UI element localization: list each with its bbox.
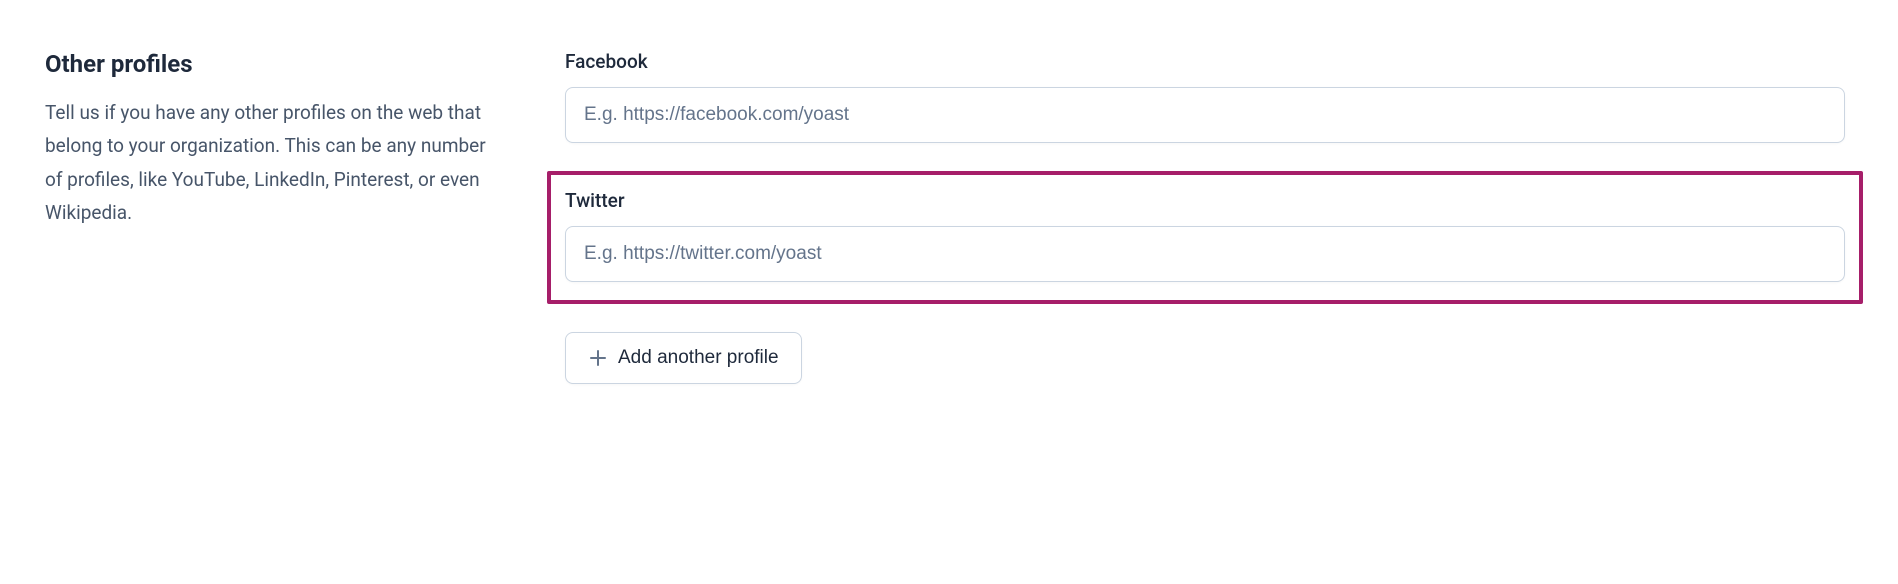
twitter-label: Twitter: [565, 189, 1845, 212]
field-group-facebook: Facebook: [565, 50, 1845, 143]
section-title: Other profiles: [45, 50, 505, 78]
add-another-profile-label: Add another profile: [618, 347, 779, 369]
twitter-input[interactable]: [565, 226, 1845, 282]
facebook-input[interactable]: [565, 87, 1845, 143]
field-group-twitter: Twitter: [547, 171, 1863, 304]
facebook-label: Facebook: [565, 50, 1845, 73]
plus-icon: [588, 348, 608, 368]
add-another-profile-button[interactable]: Add another profile: [565, 332, 802, 384]
section-description: Tell us if you have any other profiles o…: [45, 96, 505, 229]
